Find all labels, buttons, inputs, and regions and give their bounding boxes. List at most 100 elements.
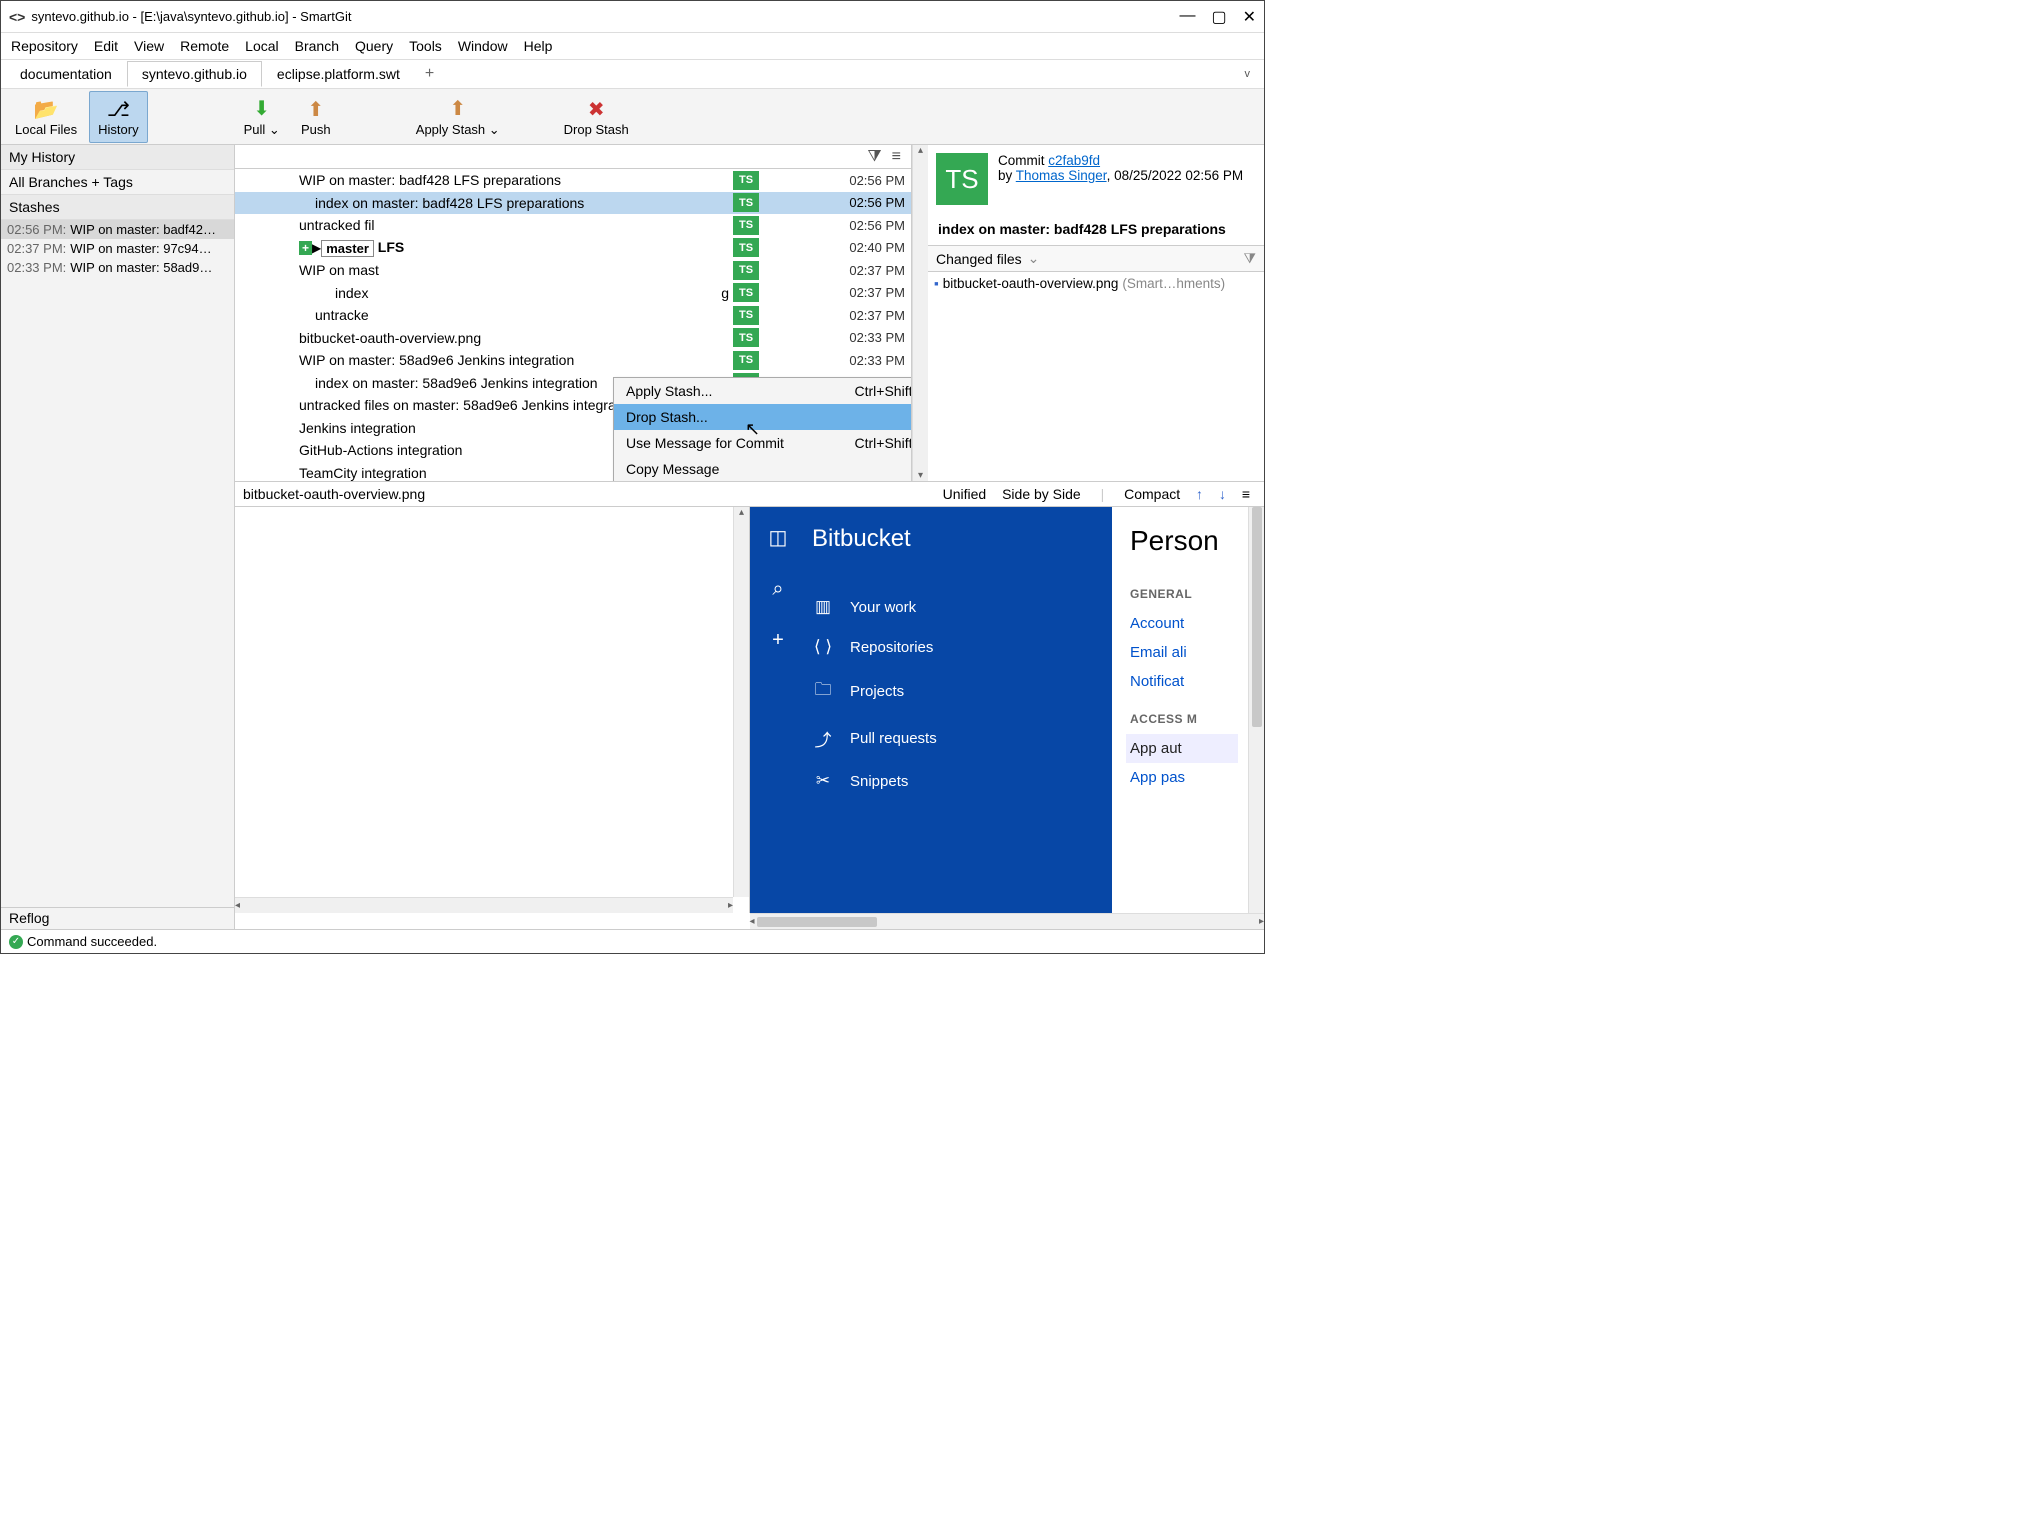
pull-icon: ⬇ — [253, 96, 270, 122]
stash-item[interactable]: 02:33 PM:WIP on master: 58ad9… — [1, 258, 234, 277]
general-section: GENERAL — [1130, 587, 1238, 601]
apply-stash-icon: ⬆ — [449, 96, 466, 122]
search-icon[interactable]: ⌕ — [772, 578, 783, 601]
bb-snippets[interactable]: ✂Snippets — [806, 761, 1112, 801]
access-section: ACCESS M — [1130, 712, 1238, 726]
diff-filename: bitbucket-oauth-overview.png — [243, 486, 937, 502]
tab-eclipse-platform-swt[interactable]: eclipse.platform.swt — [262, 61, 415, 87]
context-menu[interactable]: Apply Stash...Ctrl+Shift+SDrop Stash...U… — [613, 377, 912, 481]
diff-left-hscroll[interactable]: ◂▸ — [235, 897, 733, 913]
log-row[interactable]: index on master: badf428 LFS preparation… — [235, 192, 911, 215]
bb-repositories[interactable]: ⟨ ⟩Repositories — [806, 627, 1112, 667]
reflog-header[interactable]: Reflog — [1, 907, 234, 929]
sbs-mode[interactable]: Side by Side — [996, 486, 1087, 502]
chevron-down-icon[interactable]: ⌄ — [1028, 250, 1040, 267]
settings-link[interactable]: Email ali — [1130, 638, 1238, 667]
log-row[interactable]: WIP on mastTS02:37 PM — [235, 259, 911, 282]
compact-mode[interactable]: Compact — [1118, 486, 1186, 502]
menu-repository[interactable]: Repository — [5, 36, 84, 56]
commit-details: TS Commit c2fab9fd by Thomas Singer, 08/… — [928, 145, 1264, 481]
left-panel: My History All Branches + Tags Stashes 0… — [1, 145, 235, 929]
diff-right-scrollbar[interactable] — [1248, 507, 1264, 913]
pull-button[interactable]: ⬇Pull ⌄ — [236, 91, 288, 143]
changed-file[interactable]: ▪bitbucket-oauth-overview.png (Smart…hme… — [934, 276, 1258, 291]
log-row[interactable]: WIP on master: 58ad9e6 Jenkins integrati… — [235, 349, 911, 372]
down-arrow-icon[interactable]: ↓ — [1213, 486, 1232, 502]
log-row[interactable]: untrackeTS02:37 PM — [235, 304, 911, 327]
menu-local[interactable]: Local — [239, 36, 284, 56]
settings-title: Person — [1130, 525, 1238, 557]
tab-add[interactable]: + — [415, 65, 444, 83]
diff-left-scrollbar[interactable]: ▴ — [733, 507, 749, 897]
app-icon: <> — [9, 9, 25, 25]
bitbucket-preview: ◫ ⌕ + Bitbucket ▥Your work⟨ ⟩Repositorie… — [750, 507, 1112, 913]
history-button[interactable]: ⎇History — [89, 91, 147, 143]
bitbucket-title: Bitbucket — [806, 525, 1112, 553]
tab-overflow[interactable]: v — [1235, 68, 1261, 80]
graph-icon: ⎇ — [107, 96, 130, 122]
stashes-header[interactable]: Stashes — [1, 195, 234, 220]
maximize-button[interactable]: ▢ — [1211, 7, 1226, 27]
diff-right-hscroll[interactable]: ◂▸ — [750, 913, 1265, 929]
apply-stash-button[interactable]: ⬆Apply Stash ⌄ — [408, 91, 508, 143]
menu-help[interactable]: Help — [518, 36, 559, 56]
commit-hash-link[interactable]: c2fab9fd — [1048, 153, 1100, 168]
diff-left-pane: ▴ ◂▸ — [235, 507, 750, 913]
menu-remote[interactable]: Remote — [174, 36, 235, 56]
plus-icon[interactable]: + — [772, 629, 784, 652]
menu-branch[interactable]: Branch — [289, 36, 345, 56]
log-scrollbar[interactable]: ▴▾ — [912, 145, 928, 481]
menubar[interactable]: RepositoryEditViewRemoteLocalBranchQuery… — [1, 33, 1264, 59]
bb-your-work[interactable]: ▥Your work — [806, 587, 1112, 627]
settings-preview: Person GENERAL AccountEmail aliNotificat… — [1112, 507, 1248, 913]
bb-pull-requests[interactable]: ⤴Pull requests — [806, 716, 1112, 761]
all-branches-header[interactable]: All Branches + Tags — [1, 170, 234, 195]
repo-tabs[interactable]: documentationsyntevo.github.ioeclipse.pl… — [1, 59, 1264, 89]
log-row[interactable]: WIP on master: badf428 LFS preparationsT… — [235, 169, 911, 192]
my-history-header[interactable]: My History — [1, 145, 234, 170]
close-button[interactable]: ✕ — [1243, 7, 1256, 27]
tab-syntevo-github-io[interactable]: syntevo.github.io — [127, 61, 262, 87]
diff-header: bitbucket-oauth-overview.png Unified Sid… — [235, 481, 1264, 507]
settings-link[interactable]: Notificat — [1130, 667, 1238, 696]
tab-documentation[interactable]: documentation — [5, 61, 127, 87]
up-arrow-icon[interactable]: ↑ — [1190, 486, 1209, 502]
pull-requests-icon: ⤴ — [812, 726, 834, 751]
status-text: Command succeeded. — [27, 934, 157, 949]
projects-icon: 🗀 — [812, 677, 834, 706]
filter-icon[interactable]: ⧩ — [867, 148, 881, 166]
menu-tools[interactable]: Tools — [403, 36, 448, 56]
status-ok-icon: ✓ — [9, 935, 23, 949]
log-row[interactable]: untracked filTS02:56 PM — [235, 214, 911, 237]
menu-icon[interactable]: ≡ — [892, 148, 901, 166]
push-button[interactable]: ⬆Push — [292, 91, 340, 143]
log-row[interactable]: indexgTS02:37 PM — [235, 282, 911, 305]
menu-view[interactable]: View — [128, 36, 170, 56]
author-link[interactable]: Thomas Singer — [1016, 168, 1107, 183]
ctx-drop-stash-[interactable]: Drop Stash... — [614, 404, 912, 430]
menu-icon[interactable]: ≡ — [1236, 486, 1256, 502]
changed-files-header[interactable]: Changed files — [936, 251, 1022, 267]
settings-link[interactable]: App aut — [1126, 734, 1238, 763]
commit-log[interactable]: ⧩ ≡ WIP on master: badf428 LFS preparati… — [235, 145, 912, 481]
minimize-button[interactable]: — — [1179, 7, 1195, 27]
log-row[interactable]: +▶master LFSTS02:40 PM — [235, 237, 911, 260]
ctx-copy-message[interactable]: Copy Message — [614, 456, 912, 481]
stash-item[interactable]: 02:37 PM:WIP on master: 97c94… — [1, 239, 234, 258]
unified-mode[interactable]: Unified — [937, 486, 993, 502]
settings-link[interactable]: App pas — [1130, 763, 1238, 792]
bitbucket-logo-icon: ◫ — [769, 525, 788, 550]
settings-link[interactable]: Account — [1130, 609, 1238, 638]
log-row[interactable]: bitbucket-oauth-overview.pngTS02:33 PM — [235, 327, 911, 350]
local-files-button[interactable]: 📂Local Files — [7, 91, 85, 143]
drop-stash-button[interactable]: ✖Drop Stash — [556, 91, 637, 143]
ctx-use-message-for-commit[interactable]: Use Message for CommitCtrl+Shift+K — [614, 430, 912, 456]
ctx-apply-stash-[interactable]: Apply Stash...Ctrl+Shift+S — [614, 378, 912, 404]
bb-projects[interactable]: 🗀Projects — [806, 667, 1112, 716]
menu-edit[interactable]: Edit — [88, 36, 124, 56]
menu-window[interactable]: Window — [452, 36, 514, 56]
menu-query[interactable]: Query — [349, 36, 399, 56]
stash-item[interactable]: 02:56 PM:WIP on master: badf42… — [1, 220, 234, 239]
toolbar: 📂Local Files ⎇History ⬇Pull ⌄ ⬆Push ⬆App… — [1, 89, 1264, 145]
filter-icon[interactable]: ⧩ — [1244, 250, 1257, 267]
